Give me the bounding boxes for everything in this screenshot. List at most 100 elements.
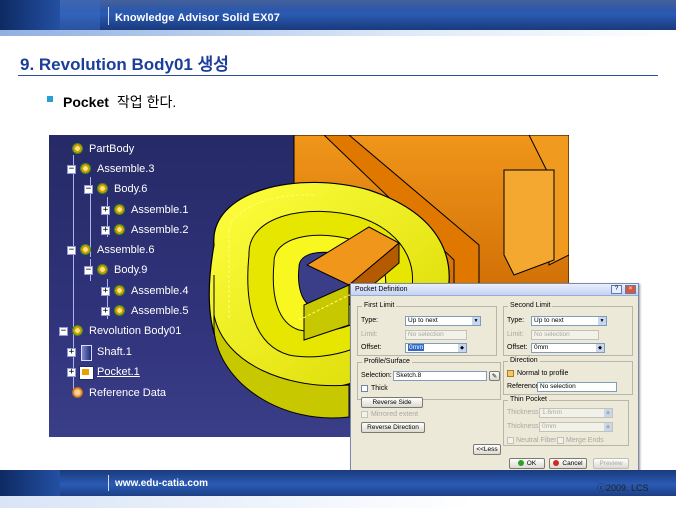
- mirrored-extent-checkbox[interactable]: [361, 411, 368, 418]
- header-title: Knowledge Advisor Solid EX07: [115, 12, 280, 24]
- ok-button[interactable]: OK: [509, 458, 545, 469]
- tree-item-label: Body.9: [114, 264, 148, 276]
- less-button[interactable]: <<Less: [473, 444, 501, 455]
- tree-item-assemble-5[interactable]: + Assemble.5: [101, 303, 188, 319]
- tree-item-label: PartBody: [89, 143, 135, 155]
- pocket-icon: [78, 365, 94, 380]
- tree-item-assemble-2[interactable]: + Assemble.2: [101, 222, 188, 238]
- mirrored-extent-label: Mirrored extent: [371, 411, 419, 418]
- expand-icon[interactable]: +: [101, 286, 110, 296]
- normal-to-profile-label: Normal to profile: [517, 370, 569, 377]
- tree-item-label: Assemble.6: [97, 244, 155, 256]
- tree-item-shaft-1[interactable]: + Shaft.1: [67, 344, 132, 361]
- help-icon[interactable]: ?: [611, 285, 622, 294]
- tree-item-label: Assemble.5: [131, 305, 189, 317]
- tree-item-partbody[interactable]: PartBody: [59, 141, 134, 157]
- cancel-label: Cancel: [562, 460, 583, 467]
- normal-to-profile-checkbox[interactable]: [507, 370, 514, 377]
- tree-item-label: Shaft.1: [97, 346, 132, 358]
- gear-icon: [95, 263, 111, 277]
- direction-legend: Direction: [508, 357, 540, 364]
- reference-field[interactable]: No selection: [537, 382, 617, 392]
- second-type-select[interactable]: Up to next ▼: [531, 316, 607, 326]
- cancel-icon: [553, 460, 560, 466]
- preview-button[interactable]: Preview: [593, 458, 629, 469]
- second-limit-legend: Second Limit: [508, 302, 553, 309]
- gear-icon: [78, 162, 94, 176]
- expand-icon[interactable]: +: [101, 205, 110, 215]
- reverse-side-button[interactable]: Reverse Side: [361, 397, 423, 408]
- pocket-definition-dialog[interactable]: Pocket Definition ? × First Limit Type: …: [350, 283, 639, 473]
- thickness1-field[interactable]: 1.6mm ◆: [539, 408, 613, 418]
- tree-item-assemble-6[interactable]: − Assemble.6: [67, 242, 154, 258]
- chevron-down-icon: ▼: [598, 317, 606, 325]
- profile-surface-group: Profile/Surface: [357, 358, 501, 400]
- tree-item-body-9[interactable]: − Body.9: [84, 262, 147, 278]
- specification-tree[interactable]: PartBody − Assemble.3 − Body.6 + Assembl…: [49, 135, 309, 437]
- second-limit-field[interactable]: No selection: [531, 330, 599, 340]
- header-accent-block-light: [60, 0, 100, 30]
- first-offset-field[interactable]: 0mm ◆: [405, 343, 467, 353]
- thick-checkbox[interactable]: [361, 385, 368, 392]
- tree-item-revolution-body01[interactable]: − Revolution Body01: [59, 323, 181, 339]
- header-accent-block: [0, 0, 60, 30]
- tree-item-assemble-1[interactable]: + Assemble.1: [101, 202, 188, 218]
- tree-item-body-6[interactable]: − Body.6: [84, 181, 147, 197]
- tree-item-assemble-4[interactable]: + Assemble.4: [101, 283, 188, 299]
- slide-heading: 9. Revolution Body01 생성: [20, 55, 229, 74]
- collapse-icon[interactable]: −: [67, 164, 76, 174]
- footer-url[interactable]: www.edu-catia.com: [115, 478, 208, 489]
- collapse-icon[interactable]: −: [67, 245, 76, 255]
- gear-icon: [112, 223, 128, 237]
- reverse-direction-button[interactable]: Reverse Direction: [361, 422, 425, 433]
- tree-item-assemble-3[interactable]: − Assemble.3: [67, 161, 154, 177]
- spinner-icon[interactable]: ◆: [458, 344, 466, 352]
- shaft-icon: [78, 345, 94, 361]
- spinner-icon[interactable]: ◆: [596, 344, 604, 352]
- first-limit-field[interactable]: No selection: [405, 330, 467, 340]
- ok-icon: [517, 460, 524, 466]
- tree-item-label: Assemble.3: [97, 163, 155, 175]
- gear-icon: [112, 304, 128, 318]
- header-band: Knowledge Advisor Solid EX07: [0, 0, 676, 30]
- spinner-icon[interactable]: ◆: [604, 409, 612, 417]
- header-separator: [108, 7, 109, 25]
- collapse-icon[interactable]: −: [59, 326, 68, 336]
- first-type-label: Type:: [361, 317, 379, 324]
- second-limit-value: No selection: [534, 331, 570, 338]
- expand-icon[interactable]: +: [101, 225, 110, 235]
- close-icon[interactable]: ×: [625, 285, 636, 294]
- expand-icon[interactable]: +: [101, 306, 110, 316]
- neutral-fiber-checkbox[interactable]: [507, 437, 514, 444]
- thickness2-field[interactable]: 0mm ◆: [539, 422, 613, 432]
- selection-value: Sketch.8: [396, 372, 422, 379]
- collapse-icon[interactable]: −: [84, 265, 93, 275]
- first-type-select[interactable]: Up to next ▼: [405, 316, 481, 326]
- gear-icon: [78, 243, 94, 257]
- expand-icon[interactable]: +: [67, 367, 76, 377]
- tree-item-label: Pocket.1: [97, 366, 140, 378]
- reference-value: No selection: [540, 383, 576, 390]
- collapse-icon[interactable]: −: [84, 184, 93, 194]
- heading-rule: [18, 75, 658, 76]
- selection-field[interactable]: Sketch.8: [393, 371, 487, 381]
- bullet-strong: Pocket: [63, 94, 109, 110]
- footer-strip: [0, 496, 676, 508]
- footer-band: www.edu-catia.com: [0, 470, 676, 496]
- neutral-fiber-label: Neutral Fiber: [516, 437, 557, 444]
- tree-item-pocket-1[interactable]: + Pocket.1: [67, 364, 140, 380]
- sketch-edit-icon[interactable]: ✎: [489, 371, 500, 381]
- tree-item-reference-data[interactable]: Reference Data: [59, 385, 166, 401]
- tree-item-label: Assemble.4: [131, 285, 189, 297]
- spinner-icon[interactable]: ◆: [604, 423, 612, 431]
- merge-ends-checkbox[interactable]: [557, 437, 564, 444]
- cancel-button[interactable]: Cancel: [549, 458, 587, 469]
- second-offset-field[interactable]: 0mm ◆: [531, 343, 605, 353]
- dialog-title-bar[interactable]: Pocket Definition ? ×: [351, 284, 638, 296]
- first-offset-value: 0mm: [408, 344, 425, 351]
- second-limit-label: Limit:: [507, 331, 524, 338]
- first-limit-label: Limit:: [361, 331, 378, 338]
- profile-legend: Profile/Surface: [362, 358, 412, 365]
- expand-icon[interactable]: +: [67, 347, 76, 357]
- tree-item-label: Reference Data: [89, 387, 167, 399]
